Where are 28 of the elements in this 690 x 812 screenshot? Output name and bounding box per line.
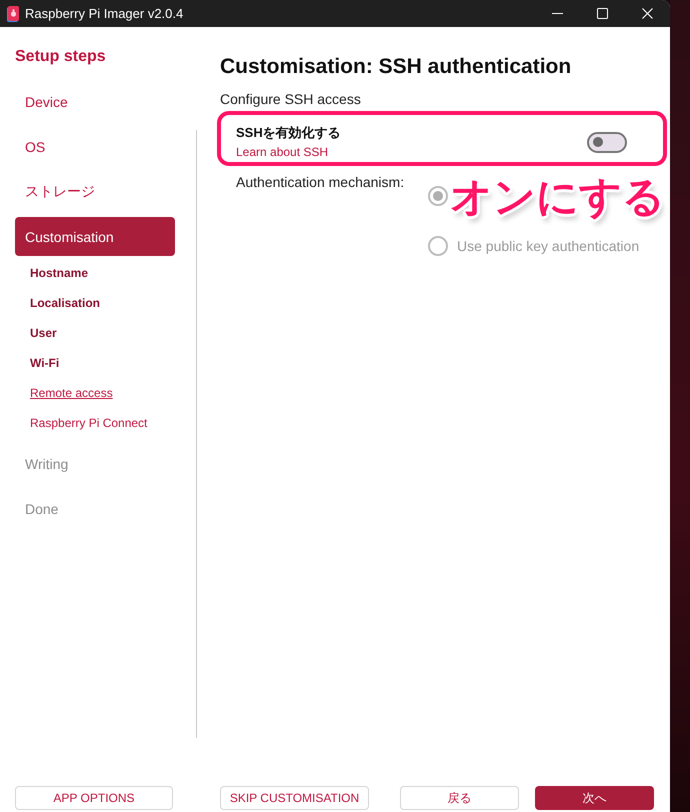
sidebar-substep[interactable]: Raspberry Pi Connect (30, 416, 148, 430)
sidebar-substep[interactable]: User (30, 326, 57, 340)
sidebar-step[interactable]: OS (15, 127, 175, 166)
auth-label: Authentication mechanism: (236, 173, 406, 191)
sidebar-substep[interactable]: Remote access (30, 386, 113, 400)
sidebar-substep[interactable]: Localisation (30, 296, 100, 310)
outline-button[interactable]: 戻る (400, 786, 519, 810)
sidebar-step[interactable]: Customisation (15, 217, 175, 256)
sidebar-step[interactable]: ストレージ (15, 172, 175, 211)
sidebar-substep[interactable]: Hostname (30, 266, 88, 280)
primary-button[interactable]: 次へ (535, 786, 654, 810)
radio-label: Use public key authentication (457, 237, 640, 255)
minimize-icon (552, 13, 563, 14)
toggle-switch[interactable] (587, 132, 627, 152)
window-title: Raspberry Pi Imager v2.0.4 (25, 6, 184, 21)
maximize-icon (597, 8, 608, 19)
annotation-text: オンにする (450, 173, 665, 221)
app-icon (7, 6, 19, 22)
close-icon (642, 8, 653, 19)
outline-button[interactable]: APP OPTIONS (15, 786, 173, 810)
toggle-label: SSHを有効化する (236, 124, 341, 142)
outline-button[interactable]: SKIP CUSTOMISATION (220, 786, 369, 810)
page-title: Customisation: SSH authentication (220, 54, 572, 80)
sidebar-substep[interactable]: Wi-Fi (30, 356, 60, 370)
learn-link[interactable]: Learn about SSH (236, 144, 341, 160)
sidebar-step[interactable]: Device (15, 82, 175, 121)
sidebar-heading: Setup steps (15, 47, 107, 67)
page-subtitle: Configure SSH access (220, 90, 362, 108)
